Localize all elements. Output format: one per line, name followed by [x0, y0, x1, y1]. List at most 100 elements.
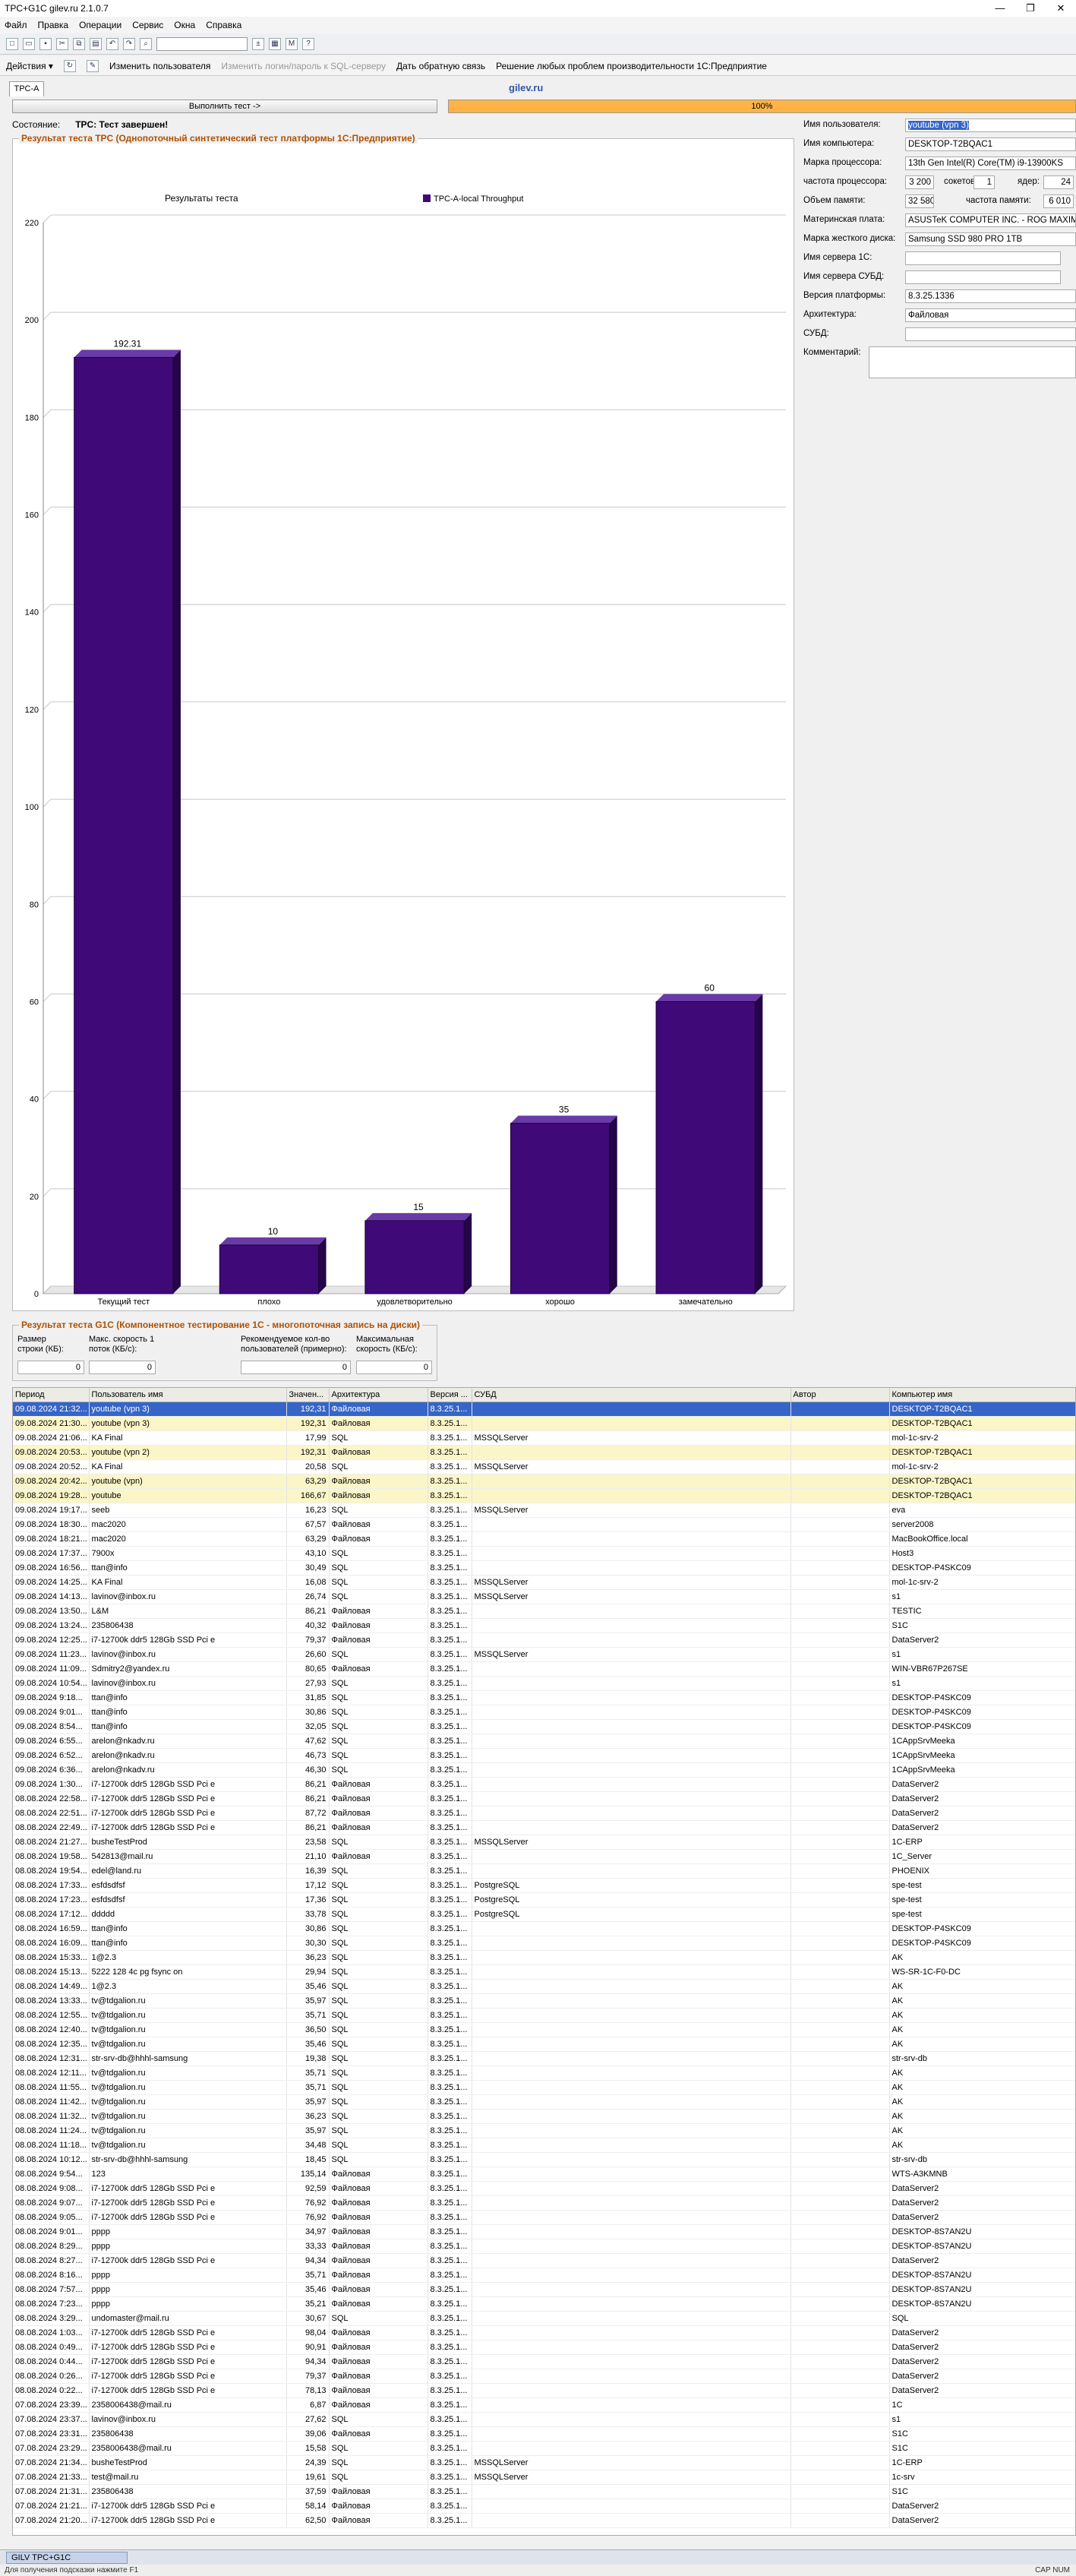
dbms-field[interactable]	[905, 327, 1076, 341]
run-test-button[interactable]: Выполнить тест ->	[12, 100, 437, 113]
table-row[interactable]: 07.08.2024 21:31... 235806438 37,59 Файлова…	[13, 2484, 1075, 2499]
table-row[interactable]: 09.08.2024 6:36... arelon@nkadv.ru 46,30 SQ…	[13, 1762, 1075, 1778]
table-row[interactable]: 08.08.2024 10:12... str-srv-db@hhhl-samsu…	[13, 2152, 1075, 2167]
table-row[interactable]: 08.08.2024 22:58... i7-12700k ddr5 128Gb …	[13, 1791, 1075, 1806]
table-row[interactable]: 09.08.2024 8:54... ttan@info 32,05 SQL 8.3.2…	[13, 1719, 1075, 1734]
table-row[interactable]: 08.08.2024 9:07... i7-12700k ddr5 128Gb S…	[13, 2195, 1075, 2211]
table-row[interactable]: 08.08.2024 11:24... tv@tdgalion.ru 35,97 SQ…	[13, 2123, 1075, 2138]
menu-service[interactable]: Сервис	[132, 20, 163, 30]
motherboard-field[interactable]: ASUSTeK COMPUTER INC. - ROG MAXIMUS	[905, 213, 1076, 227]
table-row[interactable]: 07.08.2024 21:33... test@mail.ru 19,61 SQL 8…	[13, 2470, 1075, 2485]
table-row[interactable]: 08.08.2024 21:27... busheTestProd 23,58 SQL…	[13, 1835, 1075, 1850]
table-row[interactable]: 08.08.2024 7:57... pppp 35,46 Файловая 8.3.2…	[13, 2282, 1075, 2297]
table-row[interactable]: 08.08.2024 22:51... i7-12700k ddr5 128Gb …	[13, 1806, 1075, 1821]
table-row[interactable]: 08.08.2024 7:23... pppp 35,21 Файловая 8.3.2…	[13, 2296, 1075, 2312]
server-1c-field[interactable]	[905, 251, 1061, 265]
table-row[interactable]: 08.08.2024 11:55... tv@tdgalion.ru 35,71 SQ…	[13, 2080, 1075, 2095]
table-row[interactable]: 08.08.2024 9:05... i7-12700k ddr5 128Gb S…	[13, 2210, 1075, 2225]
table-row[interactable]: 09.08.2024 11:09... Sdmitry2@yandex.ru 80,…	[13, 1661, 1075, 1677]
column-header[interactable]: Компьютер имя	[889, 1388, 1075, 1402]
table-row[interactable]: 08.08.2024 8:29... pppp 33,33 Файловая 8.3.2…	[13, 2239, 1075, 2254]
table-row[interactable]: 08.08.2024 13:33... tv@tdgalion.ru 35,97 SQ…	[13, 1993, 1075, 2009]
cores-field[interactable]: 24	[1043, 175, 1074, 189]
redo-icon[interactable]: ↷	[123, 37, 135, 50]
max-speed-field[interactable]: 0	[356, 1361, 432, 1374]
table-row[interactable]: 09.08.2024 10:54... lavinov@inbox.ru 27,93…	[13, 1676, 1075, 1691]
cut-icon[interactable]: ✂	[56, 37, 68, 50]
table-row[interactable]: 08.08.2024 11:18... tv@tdgalion.ru 34,48 SQ…	[13, 2138, 1075, 2153]
help-icon[interactable]: ?	[302, 37, 314, 50]
column-header[interactable]: Автор	[790, 1388, 890, 1402]
table-row[interactable]: 08.08.2024 8:27... i7-12700k ddr5 128Gb S…	[13, 2253, 1075, 2268]
column-header[interactable]: Значен...	[286, 1388, 330, 1402]
table-row[interactable]: 09.08.2024 1:30... i7-12700k ddr5 128Gb S…	[13, 1777, 1075, 1792]
table-row[interactable]: 09.08.2024 6:55... arelon@nkadv.ru 47,62 SQ…	[13, 1734, 1075, 1749]
table-row[interactable]: 09.08.2024 18:21... mac2020 63,29 Файловая 8…	[13, 1531, 1075, 1547]
table-row[interactable]: 08.08.2024 16:59... ttan@info 30,86 SQL 8.3.…	[13, 1921, 1075, 1936]
table-row[interactable]: 09.08.2024 20:42... youtube (vpn) 63,29 Фай…	[13, 1474, 1075, 1489]
results-grid[interactable]: Период Пользователь имя Значен... Архитекту…	[12, 1387, 1076, 2536]
table-row[interactable]: 07.08.2024 21:20... i7-12700k ddr5 128Gb …	[13, 2513, 1075, 2528]
table-row[interactable]: 08.08.2024 8:16... pppp 35,71 Файловая 8.3.2…	[13, 2268, 1075, 2283]
table-row[interactable]: 08.08.2024 15:33... 1@2.3 36,23 SQL 8.3.25.1…	[13, 1950, 1075, 1965]
actions-menu[interactable]: Действия ▾	[6, 61, 53, 71]
menu-edit[interactable]: Правка	[38, 20, 69, 30]
memory-icon[interactable]: M	[286, 37, 298, 50]
table-row[interactable]: 09.08.2024 19:28... youtube 166,67 Файловая…	[13, 1488, 1075, 1503]
table-row[interactable]: 09.08.2024 9:01... ttan@info 30,86 SQL 8.3.2…	[13, 1705, 1075, 1720]
sockets-field[interactable]: 1	[973, 175, 995, 189]
table-row[interactable]: 08.08.2024 22:49... i7-12700k ddr5 128Gb …	[13, 1820, 1075, 1835]
table-row[interactable]: 08.08.2024 11:32... tv@tdgalion.ru 36,23 SQ…	[13, 2109, 1075, 2124]
column-header[interactable]: Архитектура	[329, 1388, 428, 1402]
change-sql-login-link[interactable]: Изменить логин/пароль к SQL-серверу	[221, 61, 386, 71]
table-row[interactable]: 09.08.2024 9:18... ttan@info 31,85 SQL 8.3.2…	[13, 1690, 1075, 1705]
column-header[interactable]: СУБД	[472, 1388, 791, 1402]
single-thread-speed-field[interactable]: 0	[89, 1361, 156, 1374]
table-row[interactable]: 08.08.2024 17:12... ddddd 33,78 SQL 8.3.25.1…	[13, 1907, 1075, 1922]
table-row[interactable]: 08.08.2024 15:13... 5222 128 4c pg fsync …	[13, 1964, 1075, 1980]
change-user-link[interactable]: Изменить пользователя	[109, 61, 210, 71]
table-row[interactable]: 08.08.2024 0:44... i7-12700k ddr5 128Gb S…	[13, 2354, 1075, 2369]
server-dbms-field[interactable]	[905, 270, 1061, 284]
table-row[interactable]: 09.08.2024 19:17... seeb 16,23 SQL 8.3.25.1.…	[13, 1503, 1075, 1518]
search-combo[interactable]	[156, 36, 248, 51]
edit-icon[interactable]: ✎	[86, 59, 99, 72]
column-header[interactable]: Версия ...	[428, 1388, 472, 1402]
table-row[interactable]: 09.08.2024 12:25... i7-12700k ddr5 128Gb …	[13, 1633, 1075, 1648]
cpu-frequency-field[interactable]: 3 200	[905, 175, 934, 189]
computer-field[interactable]: DESKTOP-T2BQAC1	[905, 137, 1076, 151]
table-row[interactable]: 09.08.2024 14:25... KA Final 16,08 SQL 8.3.2…	[13, 1575, 1075, 1590]
table-row[interactable]: 08.08.2024 17:23... esfdsdfsf 17,36 SQL 8.3.…	[13, 1892, 1075, 1908]
table-row[interactable]: 07.08.2024 23:29... 2358006438@mail.ru 15,…	[13, 2441, 1075, 2456]
table-row[interactable]: 09.08.2024 20:52... KA Final 20,58 SQL 8.3.2…	[13, 1459, 1075, 1474]
table-row[interactable]: 09.08.2024 20:53... youtube (vpn 2) 192,31…	[13, 1445, 1075, 1460]
table-row[interactable]: 08.08.2024 12:35... tv@tdgalion.ru 35,46 SQ…	[13, 2037, 1075, 2052]
calculator-icon[interactable]: ±	[252, 37, 264, 50]
table-row[interactable]: 08.08.2024 12:11... tv@tdgalion.ru 35,71 SQ…	[13, 2066, 1075, 2081]
table-row[interactable]: 09.08.2024 18:30... mac2020 67,57 Файловая 8…	[13, 1517, 1075, 1532]
cpu-field[interactable]: 13th Gen Intel(R) Core(TM) i9-13900KS	[905, 156, 1076, 170]
table-row[interactable]: 07.08.2024 23:31... 235806438 39,06 Файлова…	[13, 2426, 1075, 2442]
site-link[interactable]: gilev.ru	[509, 82, 543, 93]
column-header[interactable]: Период	[13, 1388, 90, 1402]
table-row[interactable]: 08.08.2024 9:08... i7-12700k ddr5 128Gb S…	[13, 2181, 1075, 2196]
table-row[interactable]: 09.08.2024 11:23... lavinov@inbox.ru 26,60…	[13, 1647, 1075, 1662]
memory-frequency-field[interactable]: 6 010	[1043, 194, 1074, 208]
table-row[interactable]: 07.08.2024 23:39... 2358006438@mail.ru 6,8…	[13, 2397, 1075, 2413]
table-row[interactable]: 08.08.2024 11:42... tv@tdgalion.ru 35,97 SQ…	[13, 2094, 1075, 2110]
table-row[interactable]: 09.08.2024 21:30... youtube (vpn 3) 192,31…	[13, 1416, 1075, 1431]
new-document-icon[interactable]: □	[6, 37, 18, 50]
architecture-field[interactable]: Файловая	[905, 308, 1076, 322]
table-row[interactable]: 09.08.2024 13:24... 235806438 40,32 Файлова…	[13, 1618, 1075, 1633]
table-row[interactable]: 09.08.2024 21:06... KA Final 17,99 SQL 8.3.2…	[13, 1430, 1075, 1446]
menu-windows[interactable]: Окна	[174, 20, 195, 30]
table-row[interactable]: 08.08.2024 16:09... ttan@info 30,30 SQL 8.3.…	[13, 1936, 1075, 1951]
user-field[interactable]: youtube (vpn 3)	[905, 119, 1076, 132]
table-row[interactable]: 09.08.2024 14:13... lavinov@inbox.ru 26,74…	[13, 1589, 1075, 1604]
solutions-link[interactable]: Решение любых проблем производительности…	[496, 61, 767, 71]
table-row[interactable]: 07.08.2024 21:21... i7-12700k ddr5 128Gb …	[13, 2499, 1075, 2514]
disk-field[interactable]: Samsung SSD 980 PRO 1TB	[905, 232, 1076, 246]
undo-icon[interactable]: ↶	[106, 37, 118, 50]
paste-icon[interactable]: ▤	[90, 37, 102, 50]
table-row[interactable]: 08.08.2024 9:54... 123 135,14 Файловая 8.3.2…	[13, 2167, 1075, 2182]
